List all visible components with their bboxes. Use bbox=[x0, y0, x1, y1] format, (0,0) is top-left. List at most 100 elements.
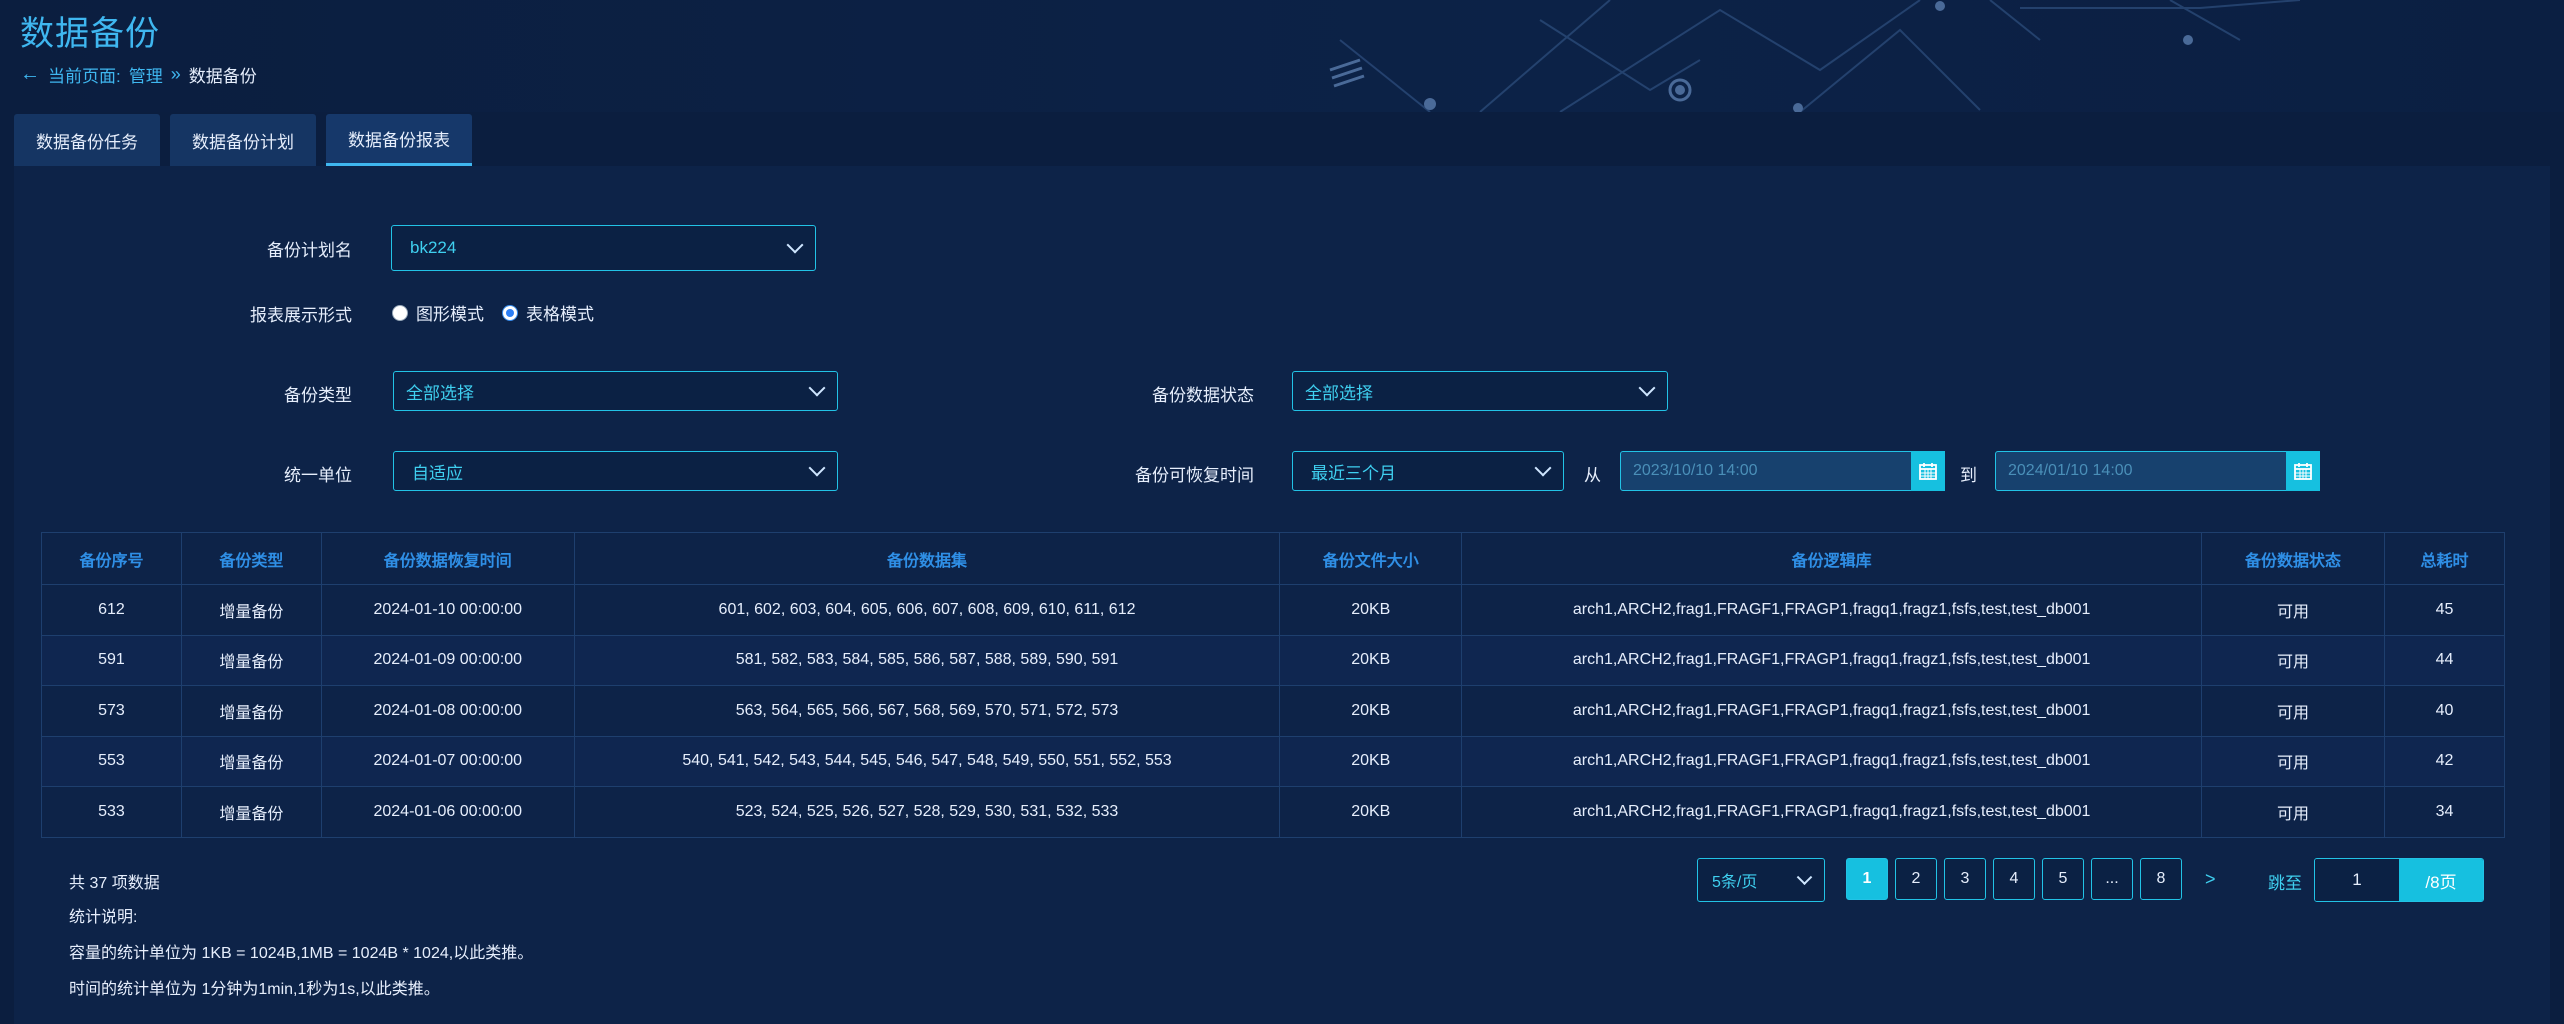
to-date-value: 2024/01/10 14:00 bbox=[2008, 462, 2133, 479]
cell-seq: 553 bbox=[41, 735, 182, 787]
tab-backup-tasks[interactable]: 数据备份任务 bbox=[14, 114, 160, 166]
notes-title: 统计说明: bbox=[69, 909, 138, 926]
data-status-select[interactable]: 全部选择 bbox=[1292, 371, 1668, 411]
breadcrumb-link-manage[interactable]: 管理 bbox=[129, 62, 163, 87]
plan-name-value: bk224 bbox=[410, 238, 457, 257]
table-row[interactable]: 553 增量备份 2024-01-07 00:00:00 540, 541, 5… bbox=[41, 735, 2506, 787]
col-header-seq[interactable]: 备份序号 bbox=[41, 532, 182, 585]
chevron-down-icon bbox=[1638, 379, 1656, 397]
calendar-icon[interactable] bbox=[1911, 450, 1945, 491]
radio-chart-mode-label: 图形模式 bbox=[416, 305, 484, 324]
page-size-value: 5条/页 bbox=[1712, 874, 1758, 891]
arrow-left-icon[interactable]: ← bbox=[20, 63, 40, 86]
cell-duration: 44 bbox=[2383, 634, 2506, 686]
header: 数据备份 ← 当前页面: 管理 » 数据备份 bbox=[0, 0, 2564, 112]
table-row[interactable]: 533 增量备份 2024-01-06 00:00:00 523, 524, 5… bbox=[41, 786, 2506, 838]
cell-status: 可用 bbox=[2201, 685, 2385, 737]
restore-range-select[interactable]: 最近三个月 bbox=[1292, 451, 1564, 491]
cell-type: 增量备份 bbox=[180, 584, 322, 636]
cell-status: 可用 bbox=[2201, 584, 2385, 636]
to-label: 到 bbox=[1960, 466, 1977, 485]
circuit-decoration bbox=[1329, 0, 2301, 112]
cell-dataset: 523, 524, 525, 526, 527, 528, 529, 530, … bbox=[573, 786, 1281, 838]
to-date-input[interactable]: 2024/01/10 14:00 bbox=[1995, 450, 2320, 491]
data-status-value: 全部选择 bbox=[1305, 383, 1373, 403]
page-button-3[interactable]: 3 bbox=[1944, 858, 1986, 900]
breadcrumb-prefix: 当前页面: bbox=[48, 67, 121, 86]
cell-type: 增量备份 bbox=[180, 634, 322, 686]
cell-file-size: 20KB bbox=[1279, 786, 1463, 838]
chevron-down-icon bbox=[786, 236, 804, 254]
unit-select[interactable]: 自适应 bbox=[393, 451, 838, 491]
cell-duration: 40 bbox=[2383, 685, 2506, 737]
from-date-input[interactable]: 2023/10/10 14:00 bbox=[1620, 450, 1945, 491]
chevron-down-icon bbox=[1534, 459, 1552, 477]
cell-seq: 591 bbox=[41, 634, 182, 686]
radio-table-mode[interactable]: 表格模式 bbox=[502, 300, 594, 325]
total-pages[interactable]: /8页 bbox=[2399, 859, 2483, 901]
cell-logic-db: arch1,ARCH2,frag1,FRAGF1,FRAGP1,fragq1,f… bbox=[1461, 634, 2203, 686]
plan-name-select[interactable]: bk224 bbox=[391, 225, 816, 271]
cell-seq: 612 bbox=[41, 584, 182, 636]
page-size-select[interactable]: 5条/页 bbox=[1697, 858, 1825, 902]
jump-page-input[interactable]: 1 bbox=[2315, 859, 2399, 901]
col-header-restore-time[interactable]: 备份数据恢复时间 bbox=[320, 532, 575, 585]
unit-label: 统一单位 bbox=[284, 466, 352, 485]
pagination: 1 2 3 4 5 ... 8 bbox=[1846, 858, 2182, 900]
page-button-8[interactable]: 8 bbox=[2140, 858, 2182, 900]
restore-range-value: 最近三个月 bbox=[1311, 463, 1396, 483]
restore-time-label: 备份可恢复时间 bbox=[1135, 466, 1254, 485]
chevron-down-icon bbox=[1796, 869, 1813, 886]
page-button-4[interactable]: 4 bbox=[1993, 858, 2035, 900]
backup-report-table: 备份序号 备份类型 备份数据恢复时间 备份数据集 备份文件大小 备份逻辑库 备份… bbox=[41, 532, 2506, 838]
cell-dataset: 581, 582, 583, 584, 585, 586, 587, 588, … bbox=[573, 634, 1281, 686]
cell-logic-db: arch1,ARCH2,frag1,FRAGF1,FRAGP1,fragq1,f… bbox=[1461, 685, 2203, 737]
jump-label: 跳至 bbox=[2268, 874, 2302, 893]
from-label: 从 bbox=[1584, 466, 1601, 485]
page-button-5[interactable]: 5 bbox=[2042, 858, 2084, 900]
page-ellipsis-button[interactable]: ... bbox=[2091, 858, 2133, 900]
note-time: 时间的统计单位为 1分钟为1min,1秒为1s,以此类推。 bbox=[69, 981, 440, 998]
cell-duration: 42 bbox=[2383, 735, 2506, 787]
backup-type-select[interactable]: 全部选择 bbox=[393, 371, 838, 411]
cell-seq: 533 bbox=[41, 786, 182, 838]
cell-file-size: 20KB bbox=[1279, 584, 1463, 636]
col-header-file-size[interactable]: 备份文件大小 bbox=[1279, 532, 1463, 585]
backup-type-label: 备份类型 bbox=[284, 386, 352, 405]
col-header-status[interactable]: 备份数据状态 bbox=[2201, 532, 2385, 585]
backup-type-value: 全部选择 bbox=[406, 383, 474, 403]
cell-status: 可用 bbox=[2201, 786, 2385, 838]
page-button-1[interactable]: 1 bbox=[1846, 858, 1888, 900]
tab-backup-plans[interactable]: 数据备份计划 bbox=[170, 114, 316, 166]
unit-value: 自适应 bbox=[412, 463, 463, 483]
breadcrumb-separator-icon: » bbox=[170, 64, 181, 84]
plan-name-label: 备份计划名 bbox=[267, 241, 352, 260]
tab-backup-report[interactable]: 数据备份报表 bbox=[326, 114, 472, 166]
page-button-2[interactable]: 2 bbox=[1895, 858, 1937, 900]
col-header-type[interactable]: 备份类型 bbox=[180, 532, 322, 585]
radio-unchecked-icon bbox=[392, 304, 408, 321]
table-row[interactable]: 573 增量备份 2024-01-08 00:00:00 563, 564, 5… bbox=[41, 685, 2506, 737]
cell-file-size: 20KB bbox=[1279, 735, 1463, 787]
table-header-row: 备份序号 备份类型 备份数据恢复时间 备份数据集 备份文件大小 备份逻辑库 备份… bbox=[41, 532, 2506, 585]
table-row[interactable]: 612 增量备份 2024-01-10 00:00:00 601, 602, 6… bbox=[41, 584, 2506, 636]
page-title: 数据备份 bbox=[20, 15, 160, 53]
col-header-duration[interactable]: 总耗时 bbox=[2383, 532, 2506, 585]
col-header-dataset[interactable]: 备份数据集 bbox=[573, 532, 1281, 585]
cell-dataset: 601, 602, 603, 604, 605, 606, 607, 608, … bbox=[573, 584, 1281, 636]
calendar-icon[interactable] bbox=[2286, 450, 2320, 491]
cell-dataset: 540, 541, 542, 543, 544, 545, 546, 547, … bbox=[573, 735, 1281, 787]
chevron-down-icon bbox=[808, 459, 826, 477]
next-page-button[interactable]: > bbox=[2205, 869, 2216, 890]
cell-type: 增量备份 bbox=[180, 735, 322, 787]
cell-logic-db: arch1,ARCH2,frag1,FRAGF1,FRAGP1,fragq1,f… bbox=[1461, 735, 2203, 787]
radio-chart-mode[interactable]: 图形模式 bbox=[392, 300, 484, 325]
chevron-down-icon bbox=[808, 379, 826, 397]
tab-bar: 数据备份任务 数据备份计划 数据备份报表 bbox=[14, 114, 472, 166]
breadcrumb: ← 当前页面: 管理 » 数据备份 bbox=[20, 62, 257, 87]
col-header-logic-db[interactable]: 备份逻辑库 bbox=[1461, 532, 2203, 585]
cell-restore-time: 2024-01-08 00:00:00 bbox=[320, 685, 575, 737]
table-row[interactable]: 591 增量备份 2024-01-09 00:00:00 581, 582, 5… bbox=[41, 634, 2506, 686]
cell-duration: 45 bbox=[2383, 584, 2506, 636]
display-mode-radio-group: 图形模式 表格模式 bbox=[392, 300, 612, 325]
